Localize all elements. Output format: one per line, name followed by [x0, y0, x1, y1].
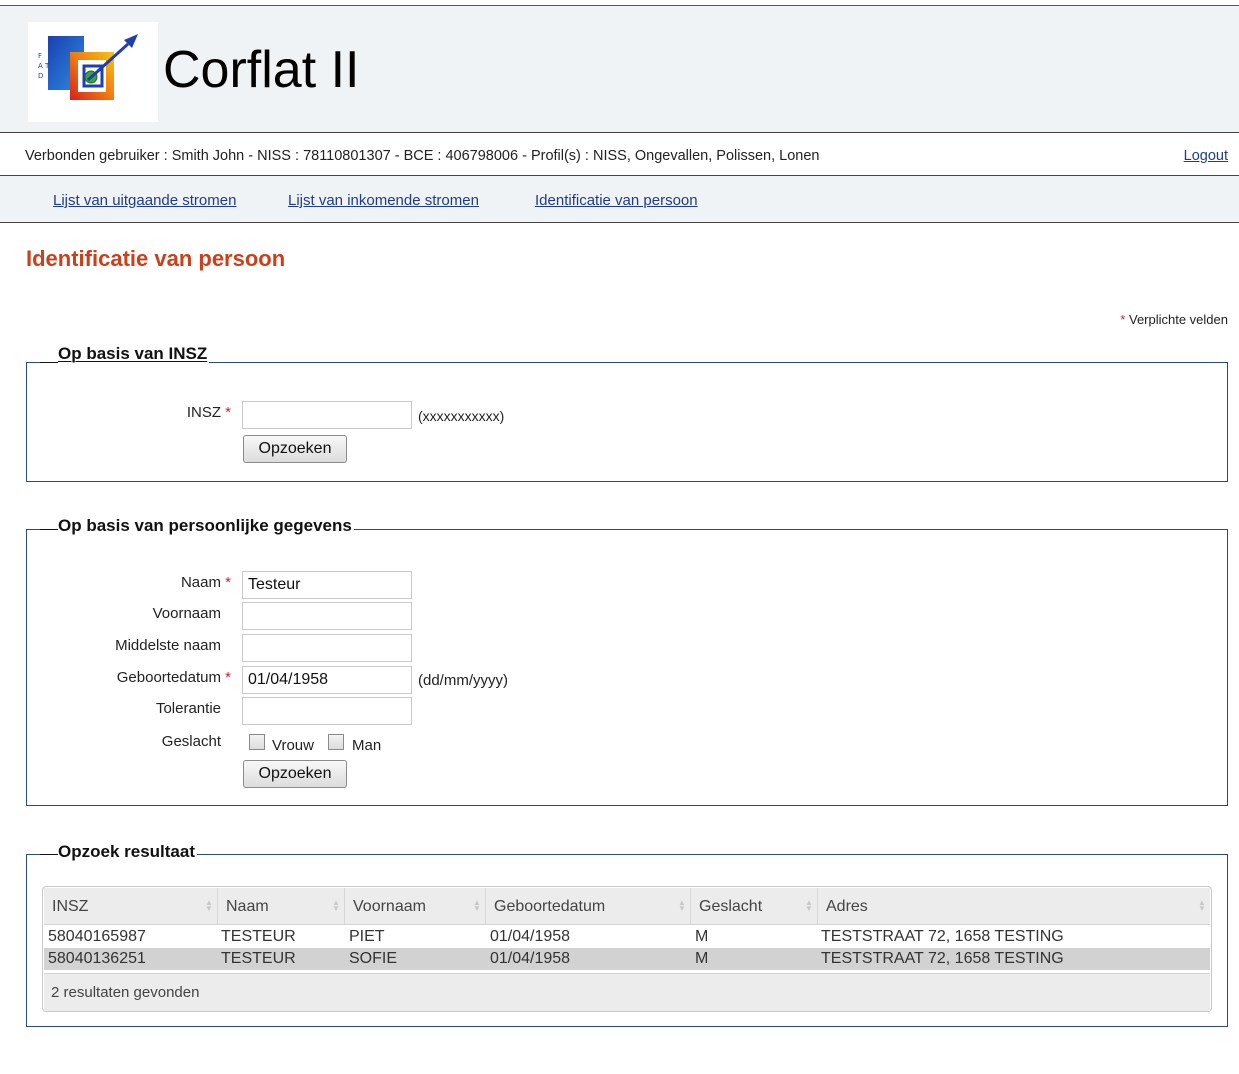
cell-birthdate: 01/04/1958 [490, 950, 571, 967]
results-legend-text: Opzoek resultaat [58, 842, 195, 861]
cell-address: TESTSTRAAT 72, 1658 TESTING [821, 928, 1064, 945]
required-star: * [1120, 312, 1126, 327]
gender-male-label[interactable]: Man [352, 737, 381, 754]
col-header-birthdate[interactable]: Geboortedatum ▲ ▼ [486, 888, 691, 925]
sort-icon: ▲ ▼ [473, 898, 481, 913]
birthdate-required-star: * [225, 669, 231, 686]
name-input[interactable] [242, 571, 412, 599]
insz-legend-leader [40, 362, 58, 363]
required-fields-note: * Verplichte velden [1120, 312, 1228, 327]
cell-insz: 58040136251 [48, 950, 146, 967]
app-logo: F A T D [28, 22, 158, 122]
col-header-name[interactable]: Naam ▲ ▼ [218, 888, 345, 925]
tolerance-label: Tolerantie [155, 700, 221, 717]
cell-gender: M [695, 950, 709, 967]
cell-insz: 58040165987 [48, 928, 146, 945]
col-header-firstname[interactable]: Voornaam ▲ ▼ [345, 888, 486, 925]
nav-outgoing-flows[interactable]: Lijst van uitgaande stromen [53, 192, 236, 209]
insz-section-legend: Op basis van INSZ [56, 344, 210, 364]
personal-search-button[interactable]: Opzoeken [243, 760, 347, 788]
col-header-insz[interactable]: INSZ ▲ ▼ [44, 888, 218, 925]
col-header-name-label: Naam [226, 898, 269, 915]
personal-data-section [26, 529, 1228, 806]
name-required-star: * [225, 574, 231, 591]
results-grid-header: INSZ ▲ ▼ Naam ▲ ▼ Voornaam ▲ ▼ Geboortedatu… [44, 888, 1210, 925]
col-header-birthdate-label: Geboortedatum [494, 898, 606, 915]
col-header-firstname-label: Voornaam [353, 898, 426, 915]
insz-search-button[interactable]: Opzoeken [243, 435, 347, 463]
results-legend-leader [40, 854, 58, 855]
results-count: 2 resultaten gevonden [44, 973, 1210, 1011]
tolerance-input[interactable] [242, 697, 412, 725]
personal-legend-text: Op basis van persoonlijke gegevens [58, 516, 352, 535]
cell-firstname: PIET [349, 928, 385, 945]
gender-label: Geslacht [161, 733, 221, 750]
col-header-address[interactable]: Adres ▲ ▼ [818, 888, 1210, 925]
required-note-text: Verplichte velden [1128, 312, 1228, 327]
cell-name: TESTEUR [221, 928, 296, 945]
results-section-legend: Opzoek resultaat [56, 842, 197, 862]
name-label: Naam * [31, 574, 231, 591]
insz-label: INSZ * [31, 404, 231, 421]
svg-text:F: F [38, 52, 42, 60]
birthdate-format-hint: (dd/mm/yyyy) [418, 672, 508, 689]
col-header-insz-label: INSZ [52, 898, 89, 915]
col-header-gender-label: Geslacht [699, 898, 763, 915]
results-grid: INSZ ▲ ▼ Naam ▲ ▼ Voornaam ▲ ▼ Geboortedatu… [42, 886, 1212, 1012]
svg-text:D: D [38, 72, 43, 80]
insz-input[interactable] [242, 401, 412, 429]
name-label-text: Naam [180, 574, 221, 591]
insz-label-text: INSZ [186, 404, 221, 421]
cell-address: TESTSTRAAT 72, 1658 TESTING [821, 950, 1064, 967]
cell-firstname: SOFIE [349, 950, 398, 967]
nav-person-identification[interactable]: Identificatie van persoon [535, 192, 698, 209]
firstname-label: Voornaam [152, 605, 221, 622]
main-nav: Lijst van uitgaande stromen Lijst van in… [0, 176, 1239, 223]
table-row[interactable]: 58040165987 TESTEUR PIET 01/04/1958 M TE… [44, 926, 1210, 948]
col-header-address-label: Adres [826, 898, 868, 915]
app-header: F A T D Corflat II [0, 6, 1239, 132]
sort-icon: ▲ ▼ [678, 898, 686, 913]
col-header-gender[interactable]: Geslacht ▲ ▼ [691, 888, 818, 925]
insz-format-hint: (xxxxxxxxxxx) [418, 408, 505, 424]
connected-user-info: Verbonden gebruiker : Smith John - NISS … [25, 148, 820, 164]
gender-female-checkbox[interactable] [249, 734, 265, 750]
logout-link[interactable]: Logout [1184, 148, 1228, 164]
nav-incoming-flows[interactable]: Lijst van inkomende stromen [288, 192, 479, 209]
insz-required-star: * [225, 404, 231, 421]
sort-icon: ▲ ▼ [332, 898, 340, 913]
page-title: Identificatie van persoon [26, 246, 286, 271]
birthdate-label: Geboortedatum * [31, 669, 231, 686]
insz-section [26, 362, 1228, 482]
personal-section-legend: Op basis van persoonlijke gegevens [56, 516, 354, 536]
cell-name: TESTEUR [221, 950, 296, 967]
personal-legend-leader [40, 529, 58, 530]
sort-icon: ▲ ▼ [805, 898, 813, 913]
app-title: Corflat II [163, 41, 360, 99]
gender-female-label[interactable]: Vrouw [272, 737, 314, 754]
middlename-input[interactable] [242, 634, 412, 662]
table-row[interactable]: 58040136251 TESTEUR SOFIE 01/04/1958 M T… [44, 948, 1210, 970]
cell-birthdate: 01/04/1958 [490, 928, 571, 945]
user-bar: Verbonden gebruiker : Smith John - NISS … [0, 132, 1239, 176]
sort-icon: ▲ ▼ [1198, 898, 1206, 913]
birthdate-input[interactable] [242, 666, 412, 694]
birthdate-label-text: Geboortedatum [116, 669, 221, 686]
insz-legend-text: Op basis van INSZ [58, 344, 208, 363]
gender-male-checkbox[interactable] [328, 734, 344, 750]
firstname-input[interactable] [242, 602, 412, 630]
sort-icon: ▲ ▼ [205, 898, 213, 913]
svg-text:A T: A T [38, 62, 50, 70]
logo-graphic: F A T D [38, 34, 138, 100]
cell-gender: M [695, 928, 709, 945]
middlename-label: Middelste naam [115, 637, 221, 654]
